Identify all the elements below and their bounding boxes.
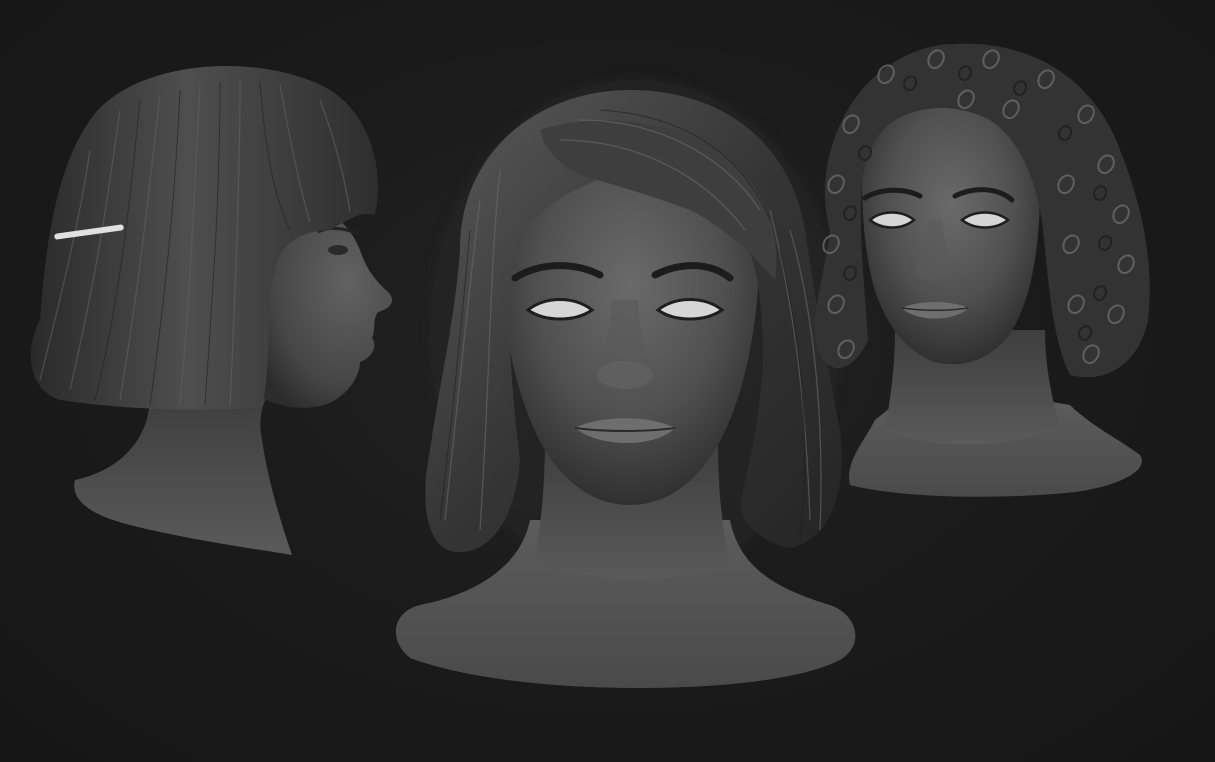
- render-canvas: [0, 0, 1215, 762]
- profile-eye-icon: [328, 245, 348, 255]
- front-right-eye-icon: [655, 298, 725, 321]
- tq-right-eye-icon: [959, 211, 1011, 229]
- profile-neck: [74, 395, 292, 555]
- three-quarter-view-bust: [815, 43, 1150, 497]
- sculpt-render-scene: [30, 43, 1150, 688]
- tq-left-eye-icon: [868, 211, 916, 229]
- front-view-bust: [395, 80, 856, 688]
- profile-view-bust: [30, 66, 393, 555]
- front-left-eye-icon: [525, 298, 595, 321]
